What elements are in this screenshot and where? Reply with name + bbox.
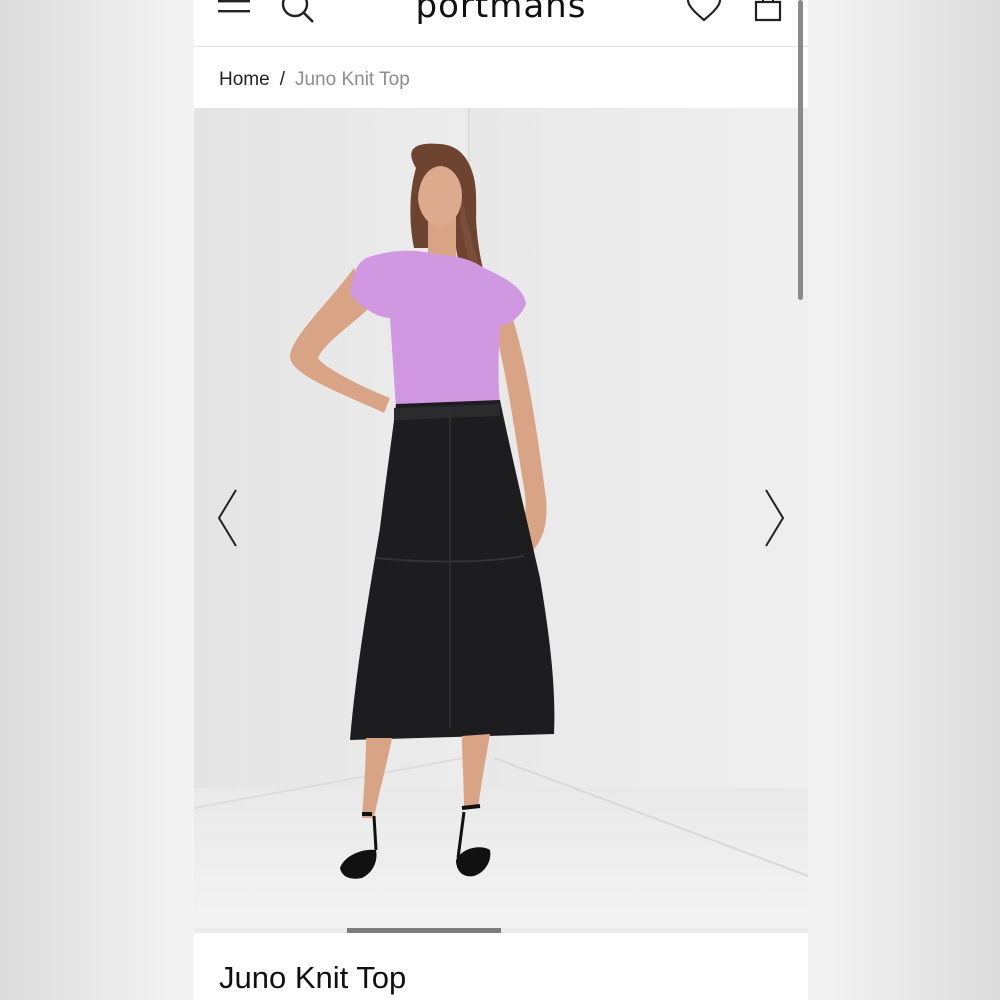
- site-header: portmans: [194, 0, 808, 47]
- product-page: portmans Home / Juno Knit Top Juno Knit …: [194, 0, 808, 1000]
- product-title: Juno Knit Top: [219, 960, 407, 995]
- product-image-gallery[interactable]: [194, 108, 808, 928]
- gallery-progress-track: [194, 928, 808, 933]
- page-scrollbar[interactable]: [798, 0, 803, 300]
- shopping-bag-icon[interactable]: [754, 0, 782, 27]
- gallery-progress-thumb[interactable]: [347, 928, 501, 933]
- heart-icon[interactable]: [686, 0, 722, 27]
- product-photo: [194, 108, 808, 879]
- chevron-right-icon[interactable]: [762, 488, 786, 553]
- breadcrumb-home[interactable]: Home: [219, 69, 270, 90]
- chevron-left-icon[interactable]: [216, 488, 240, 553]
- breadcrumb-separator: /: [279, 69, 285, 90]
- breadcrumb-current: Juno Knit Top: [294, 69, 410, 90]
- breadcrumb: Home / Juno Knit Top: [219, 68, 410, 92]
